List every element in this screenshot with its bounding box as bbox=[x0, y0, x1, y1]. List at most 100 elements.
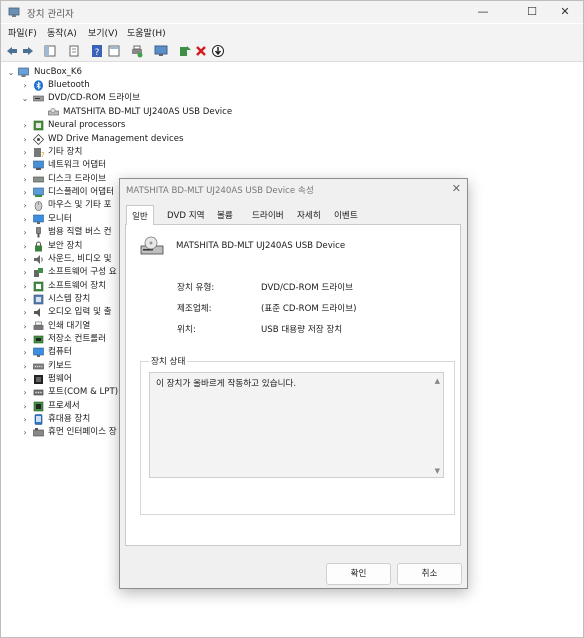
firmware-icon bbox=[34, 375, 43, 384]
properties-icon[interactable] bbox=[67, 44, 81, 58]
device-status-textbox[interactable]: 이 장치가 올바르게 작동하고 있습니다. ▲ ▼ bbox=[149, 372, 444, 478]
view-icon[interactable] bbox=[107, 44, 121, 58]
tree-item-label: 네트워크 어댑터 bbox=[48, 160, 107, 170]
tree-item-label: 범용 직렬 버스 컨 bbox=[48, 227, 112, 237]
window-title: 장치 관리자 bbox=[27, 9, 74, 20]
chevron-right-icon[interactable]: › bbox=[20, 79, 30, 92]
update-driver-icon[interactable] bbox=[178, 44, 192, 58]
tree-item-label: 인쇄 대기열 bbox=[48, 321, 91, 331]
tab-driver[interactable]: 드라이버 bbox=[252, 209, 284, 221]
audio-io-icon bbox=[34, 308, 40, 317]
chevron-right-icon[interactable]: › bbox=[20, 159, 30, 172]
dialog-title: MATSHITA BD-MLT UJ240AS USB Device 속성 bbox=[126, 186, 314, 196]
unknown-device-icon: ? bbox=[34, 148, 44, 158]
tab-volumes[interactable]: 볼륨 bbox=[217, 209, 233, 221]
chevron-right-icon[interactable]: › bbox=[20, 306, 30, 319]
chevron-right-icon[interactable]: › bbox=[20, 426, 30, 439]
chevron-right-icon[interactable]: › bbox=[20, 240, 30, 253]
dialog-close-button[interactable]: ✕ bbox=[452, 182, 461, 195]
tab-dvd-region[interactable]: DVD 지역 bbox=[167, 209, 205, 221]
chevron-right-icon[interactable]: › bbox=[20, 293, 30, 306]
menu-file[interactable]: 파일(F) bbox=[8, 26, 37, 39]
close-button[interactable]: ✕ bbox=[545, 1, 584, 23]
forward-icon[interactable] bbox=[21, 44, 35, 58]
device-type-label: 장치 유형: bbox=[177, 283, 215, 293]
general-tab-panel: MATSHITA BD-MLT UJ240AS USB Device 장치 유형… bbox=[125, 224, 461, 546]
chevron-down-icon[interactable]: ⌄ bbox=[6, 66, 16, 79]
network-adapter-icon bbox=[33, 160, 44, 170]
help-icon[interactable]: ? bbox=[90, 44, 104, 58]
tree-item-label: 컴퓨터 bbox=[48, 347, 72, 357]
chevron-down-icon[interactable]: ⌄ bbox=[20, 92, 30, 105]
chevron-right-icon[interactable]: › bbox=[20, 333, 30, 346]
tree-root-label: NucBox_K6 bbox=[34, 67, 82, 77]
show-hide-tree-icon[interactable] bbox=[43, 44, 57, 58]
title-bar: 장치 관리자 — ☐ ✕ bbox=[1, 1, 583, 23]
device-manager-icon bbox=[8, 7, 20, 17]
menu-help[interactable]: 도움말(H) bbox=[127, 26, 166, 39]
chevron-right-icon[interactable]: › bbox=[20, 226, 30, 239]
tree-item-label: 프로세서 bbox=[48, 401, 80, 411]
chevron-right-icon[interactable]: › bbox=[20, 186, 30, 199]
chevron-right-icon[interactable]: › bbox=[20, 173, 30, 186]
tree-item-bluetooth[interactable]: › Bluetooth bbox=[1, 79, 583, 92]
usb-icon bbox=[36, 227, 41, 238]
tree-item-matshita-device[interactable]: MATSHITA BD-MLT UJ240AS USB Device bbox=[1, 106, 583, 119]
disc-device-icon bbox=[48, 108, 59, 116]
chevron-right-icon[interactable]: › bbox=[20, 213, 30, 226]
chevron-right-icon[interactable]: › bbox=[20, 266, 30, 279]
chevron-right-icon[interactable]: › bbox=[20, 400, 30, 413]
tree-item-label: 휴대용 장치 bbox=[48, 414, 91, 424]
tab-events[interactable]: 이벤트 bbox=[334, 209, 358, 221]
tree-item-dvd-cd-rom[interactable]: ⌄ DVD/CD-ROM 드라이브 bbox=[1, 92, 583, 105]
tree-item-label: 마우스 및 기타 포 bbox=[48, 200, 112, 210]
scroll-up-icon[interactable]: ▲ bbox=[435, 377, 440, 385]
tab-general[interactable]: 일반 bbox=[126, 205, 154, 225]
disc-device-icon bbox=[140, 236, 164, 255]
chevron-right-icon[interactable]: › bbox=[20, 346, 30, 359]
tree-item-label: 시스템 장치 bbox=[48, 294, 91, 304]
scroll-down-icon[interactable]: ▼ bbox=[435, 467, 440, 475]
tree-item-network-adapters[interactable]: › 네트워크 어댑터 bbox=[1, 159, 583, 172]
chevron-right-icon[interactable]: › bbox=[20, 386, 30, 399]
tree-item-label: Bluetooth bbox=[48, 80, 90, 90]
tree-item-neural-processors[interactable]: › Neural processors bbox=[1, 119, 583, 132]
tree-item-label: 보안 장치 bbox=[48, 241, 83, 251]
uninstall-icon[interactable] bbox=[194, 44, 208, 58]
port-icon bbox=[33, 389, 44, 396]
tree-item-other-devices[interactable]: › ? 기타 장치 bbox=[1, 146, 583, 159]
chevron-right-icon[interactable]: › bbox=[20, 413, 30, 426]
scan-download-icon[interactable] bbox=[211, 44, 225, 58]
chevron-right-icon[interactable]: › bbox=[20, 253, 30, 266]
toolbar: ? bbox=[1, 41, 583, 62]
cancel-button[interactable]: 취소 bbox=[397, 563, 462, 585]
tree-item-label: 소프트웨어 장치 bbox=[48, 281, 107, 291]
chevron-right-icon[interactable]: › bbox=[20, 119, 30, 132]
tree-root-row[interactable]: ⌄ NucBox_K6 bbox=[1, 66, 583, 79]
chevron-right-icon[interactable]: › bbox=[20, 320, 30, 333]
security-icon bbox=[35, 241, 42, 252]
device-status-group: 장치 상태 이 장치가 올바르게 작동하고 있습니다. ▲ ▼ bbox=[140, 355, 455, 515]
print-icon[interactable] bbox=[130, 44, 144, 58]
back-icon[interactable] bbox=[5, 44, 19, 58]
chevron-right-icon[interactable]: › bbox=[20, 133, 30, 146]
tab-details[interactable]: 자세히 bbox=[297, 209, 321, 221]
menu-view[interactable]: 보기(V) bbox=[88, 26, 118, 39]
chevron-right-icon[interactable]: › bbox=[20, 146, 30, 159]
chevron-right-icon[interactable]: › bbox=[20, 280, 30, 293]
tree-item-label: 디스크 드라이브 bbox=[48, 174, 107, 184]
tree-item-label: 펌웨어 bbox=[48, 374, 72, 384]
monitor-icon[interactable] bbox=[154, 44, 168, 58]
chevron-right-icon[interactable]: › bbox=[20, 360, 30, 373]
device-status-text: 이 장치가 올바르게 작동하고 있습니다. bbox=[156, 379, 297, 389]
tree-item-wd-drive-management[interactable]: › WD Drive Management devices bbox=[1, 133, 583, 146]
tree-item-label: 디스플레이 어댑터 bbox=[48, 187, 114, 197]
software-device-icon bbox=[33, 281, 44, 292]
chevron-right-icon[interactable]: › bbox=[20, 199, 30, 212]
computer-icon bbox=[33, 347, 44, 357]
tree-item-label: Neural processors bbox=[48, 120, 126, 130]
ok-button[interactable]: 확인 bbox=[326, 563, 391, 585]
menu-action[interactable]: 동작(A) bbox=[47, 26, 77, 39]
minimize-button[interactable]: — bbox=[463, 1, 503, 23]
chevron-right-icon[interactable]: › bbox=[20, 373, 30, 386]
